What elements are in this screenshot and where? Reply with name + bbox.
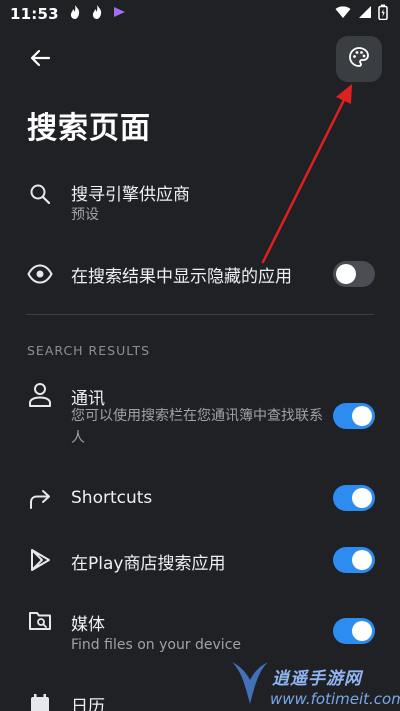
- setting-title: 媒体: [71, 615, 105, 635]
- wifi-icon: [335, 5, 351, 23]
- search-icon: [26, 180, 54, 208]
- status-time: 11:53: [10, 5, 59, 23]
- watermark-site: www.fotimeit.com: [270, 690, 400, 708]
- contacts-toggle[interactable]: [333, 403, 375, 429]
- theme-button[interactable]: [336, 36, 382, 82]
- share-arrow-icon: [26, 485, 54, 513]
- eye-icon: [26, 260, 54, 288]
- show-hidden-apps-setting[interactable]: 在搜索结果中显示隐藏的应用: [0, 258, 400, 290]
- toggle-knob: [352, 621, 372, 641]
- media-toggle[interactable]: [333, 618, 375, 644]
- back-button[interactable]: [22, 42, 58, 78]
- status-system-icons: [335, 4, 388, 24]
- status-bar: 11:53: [0, 0, 400, 28]
- play-store-search-setting[interactable]: 在Play商店搜索应用: [0, 545, 400, 575]
- setting-subtitle: Find files on your device: [71, 637, 242, 653]
- status-notification-icons: [67, 4, 127, 24]
- watermark-logo-icon: [232, 662, 268, 704]
- watermark-brand: 逍遥手游网: [272, 669, 362, 689]
- divider: [26, 314, 374, 315]
- toggle-knob: [352, 488, 372, 508]
- play-store-toggle[interactable]: [333, 547, 375, 573]
- toggle-knob: [336, 264, 356, 284]
- setting-subtitle: 预设: [71, 207, 99, 223]
- section-header: SEARCH RESULTS: [27, 343, 151, 358]
- contacts-setting[interactable]: 通讯 您可以使用搜索栏在您通讯簿中查找联系人: [0, 380, 400, 452]
- setting-title: 在搜索结果中显示隐藏的应用: [71, 267, 292, 287]
- fire-icon: [89, 4, 105, 24]
- search-engine-setting[interactable]: 搜寻引擎供应商 预设: [0, 172, 400, 232]
- watermark: 逍遥手游网 www.fotimeit.com: [228, 656, 400, 711]
- media-setting[interactable]: 媒体 Find files on your device: [0, 606, 400, 658]
- page-title: 搜索页面: [27, 111, 151, 146]
- fire-icon: [67, 4, 83, 24]
- arrow-left-icon: [29, 47, 51, 73]
- top-app-bar: [0, 32, 400, 84]
- battery-icon: [378, 4, 388, 24]
- setting-title: 日历: [71, 697, 105, 711]
- signal-icon: [357, 5, 372, 23]
- toggle-knob: [352, 406, 372, 426]
- person-icon: [26, 381, 54, 409]
- palette-icon: [347, 45, 371, 73]
- setting-title: Shortcuts: [71, 488, 153, 508]
- folder-search-icon: [26, 607, 54, 635]
- toggle-knob: [352, 550, 372, 570]
- shortcuts-toggle[interactable]: [333, 485, 375, 511]
- show-hidden-apps-toggle[interactable]: [333, 261, 375, 287]
- play-icon: [26, 546, 54, 574]
- setting-title: 搜寻引擎供应商: [71, 185, 190, 205]
- calendar-icon: [26, 690, 54, 711]
- app-icon: [111, 4, 127, 24]
- setting-title: 在Play商店搜索应用: [71, 554, 226, 574]
- setting-subtitle: 您可以使用搜索栏在您通讯簿中查找联系人: [71, 408, 323, 446]
- shortcuts-setting[interactable]: Shortcuts: [0, 484, 400, 514]
